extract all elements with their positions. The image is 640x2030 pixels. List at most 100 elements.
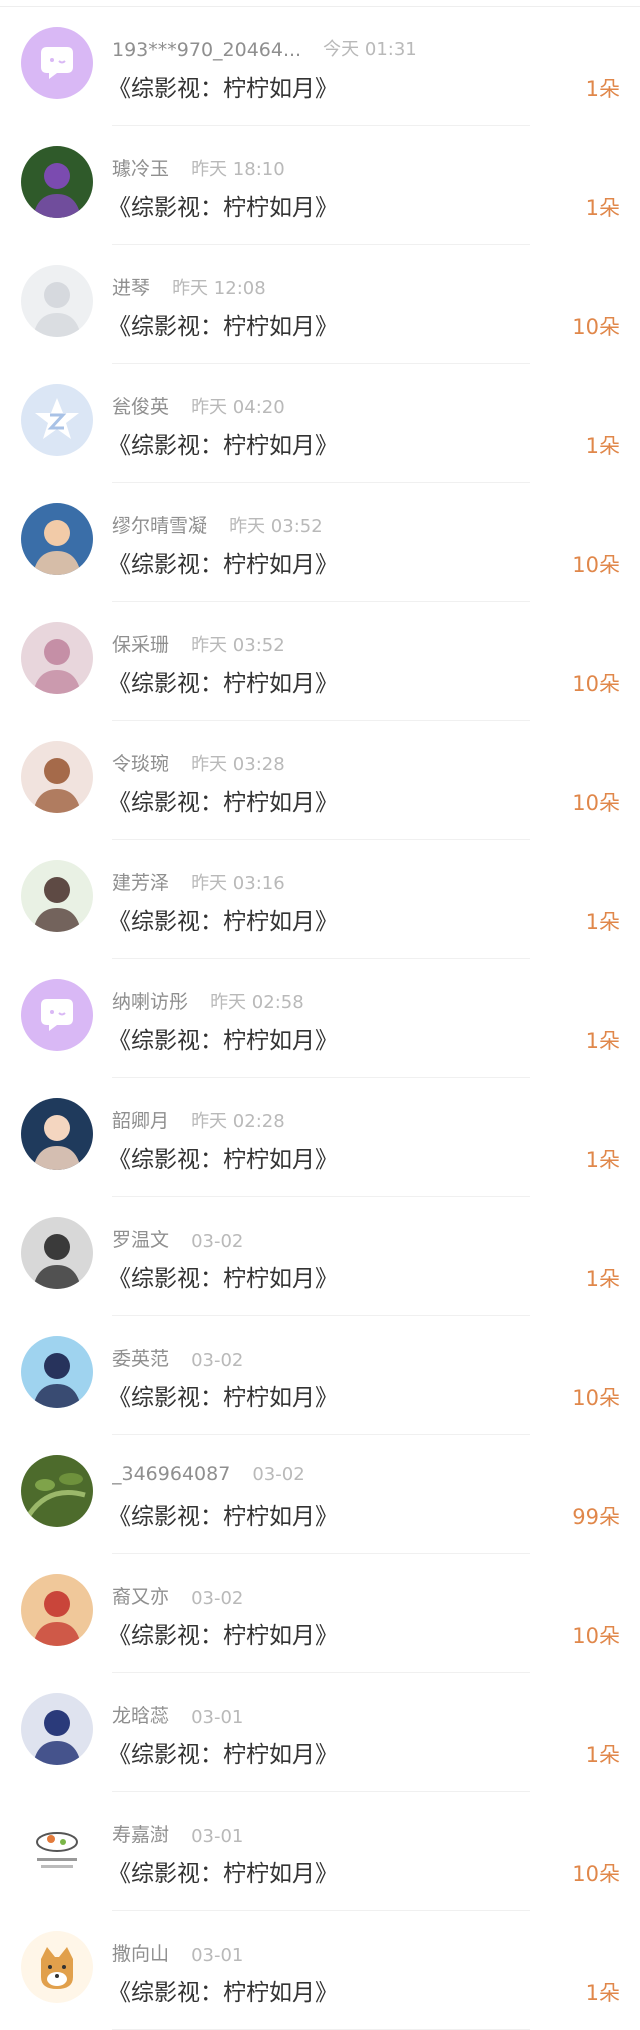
book-title[interactable]: 《综影视：柠柠如月》 [108, 664, 338, 698]
user-meta: 撒向山 03-01 [112, 1939, 243, 1966]
user-name[interactable]: 纳喇访彤 [112, 987, 188, 1014]
list-item[interactable]: 龙晗蕊 03-01 《综影视：柠柠如月》 1朵 [0, 1673, 640, 1792]
flower-count: 10朵 [572, 672, 620, 696]
plant-photo-avatar[interactable] [21, 1455, 93, 1527]
list-item[interactable]: 寿嘉澍 03-01 《综影视：柠柠如月》 10朵 [0, 1792, 640, 1911]
book-title[interactable]: 《综影视：柠柠如月》 [108, 1378, 338, 1412]
flower-count: 1朵 [585, 77, 620, 101]
list-item[interactable]: 建芳泽 昨天 03:16 《综影视：柠柠如月》 1朵 [0, 840, 640, 959]
user-meta: _346964087 03-02 [112, 1463, 305, 1485]
list-item[interactable]: 韶卿月 昨天 02:28 《综影视：柠柠如月》 1朵 [0, 1078, 640, 1197]
book-title[interactable]: 《综影视：柠柠如月》 [108, 307, 338, 341]
flower-count: 10朵 [572, 1862, 620, 1886]
chat-bubble-avatar[interactable] [21, 979, 93, 1051]
list-item[interactable]: 裔又亦 03-02 《综影视：柠柠如月》 10朵 [0, 1554, 640, 1673]
family-photo-avatar[interactable] [21, 1574, 93, 1646]
timestamp: 昨天 18:10 [191, 159, 285, 180]
list-item[interactable]: 罗温文 03-02 《综影视：柠柠如月》 1朵 [0, 1197, 640, 1316]
book-title[interactable]: 《综影视：柠柠如月》 [108, 1735, 338, 1769]
user-meta: 瓮俊英 昨天 04:20 [112, 392, 285, 419]
user-name[interactable]: 瓮俊英 [112, 392, 169, 419]
user-name[interactable]: 罗温文 [112, 1225, 169, 1252]
book-title[interactable]: 《综影视：柠柠如月》 [108, 188, 338, 222]
list-item[interactable]: 193***970_20464... 今天 01:31 《综影视：柠柠如月》 1… [0, 7, 640, 126]
cartoon-avatar[interactable] [21, 1336, 93, 1408]
list-item[interactable]: 缪尔晴雪凝 昨天 03:52 《综影视：柠柠如月》 10朵 [0, 483, 640, 602]
list-item[interactable]: 璩冷玉 昨天 18:10 《综影视：柠柠如月》 1朵 [0, 126, 640, 245]
flower-count: 10朵 [572, 791, 620, 815]
user-meta: 罗温文 03-02 [112, 1225, 243, 1252]
user-meta: 建芳泽 昨天 03:16 [112, 868, 285, 895]
balloons-avatar[interactable] [21, 622, 93, 694]
timestamp: 03-01 [191, 1707, 244, 1728]
timestamp: 03-02 [191, 1588, 244, 1609]
anime-boy-avatar[interactable] [21, 1693, 93, 1765]
girl-bow-avatar[interactable] [21, 1098, 93, 1170]
timestamp: 昨天 12:08 [172, 278, 266, 299]
chat-bubble-avatar[interactable] [21, 27, 93, 99]
timestamp: 昨天 04:20 [191, 397, 285, 418]
timestamp: 昨天 03:52 [191, 635, 285, 656]
user-name[interactable]: 龙晗蕊 [112, 1701, 169, 1728]
user-name[interactable]: 进琴 [112, 273, 150, 300]
user-name[interactable]: 保采珊 [112, 630, 169, 657]
book-title[interactable]: 《综影视：柠柠如月》 [108, 1854, 338, 1888]
book-title[interactable]: 《综影视：柠柠如月》 [108, 1616, 338, 1650]
book-title[interactable]: 《综影视：柠柠如月》 [108, 69, 338, 103]
list-item[interactable]: 瓮俊英 昨天 04:20 《综影视：柠柠如月》 1朵 [0, 364, 640, 483]
list-item[interactable]: 委英范 03-02 《综影视：柠柠如月》 10朵 [0, 1316, 640, 1435]
list-item[interactable]: 进琴 昨天 12:08 《综影视：柠柠如月》 10朵 [0, 245, 640, 364]
timestamp: 昨天 03:16 [191, 873, 285, 894]
book-title[interactable]: 《综影视：柠柠如月》 [108, 1497, 338, 1531]
user-name[interactable]: 撒向山 [112, 1939, 169, 1966]
user-meta: 寿嘉澍 03-01 [112, 1820, 243, 1847]
user-name[interactable]: 寿嘉澍 [112, 1820, 169, 1847]
user-name[interactable]: 裔又亦 [112, 1582, 169, 1609]
book-title[interactable]: 《综影视：柠柠如月》 [108, 426, 338, 460]
list-item[interactable]: _346964087 03-02 《综影视：柠柠如月》 99朵 [0, 1435, 640, 1554]
user-name[interactable]: _346964087 [112, 1463, 230, 1485]
user-meta: 璩冷玉 昨天 18:10 [112, 154, 285, 181]
user-meta: 纳喇访彤 昨天 02:58 [112, 987, 304, 1014]
girl-photo-avatar[interactable] [21, 741, 93, 813]
flower-count: 1朵 [585, 434, 620, 458]
game-character-avatar[interactable] [21, 146, 93, 218]
shiba-dog-avatar[interactable] [21, 1931, 93, 2003]
timestamp: 03-02 [191, 1231, 244, 1252]
list-item[interactable]: 令琰琬 昨天 03:28 《综影视：柠柠如月》 10朵 [0, 721, 640, 840]
girl-garden-avatar[interactable] [21, 860, 93, 932]
book-title[interactable]: 《综影视：柠柠如月》 [108, 1973, 338, 2007]
user-meta: 韶卿月 昨天 02:28 [112, 1106, 285, 1133]
boy-photo-avatar[interactable] [21, 503, 93, 575]
user-name[interactable]: 缪尔晴雪凝 [112, 511, 207, 538]
anime-girl-avatar[interactable] [21, 265, 93, 337]
flower-count: 1朵 [585, 1148, 620, 1172]
timestamp: 03-01 [191, 1826, 244, 1847]
z-star-avatar[interactable] [21, 384, 93, 456]
book-title[interactable]: 《综影视：柠柠如月》 [108, 783, 338, 817]
user-meta: 193***970_20464... 今天 01:31 [112, 35, 417, 61]
timestamp: 03-02 [191, 1350, 244, 1371]
sketch-food-avatar[interactable] [21, 1812, 93, 1884]
user-meta: 令琰琬 昨天 03:28 [112, 749, 285, 776]
user-name[interactable]: 令琰琬 [112, 749, 169, 776]
user-name[interactable]: 璩冷玉 [112, 154, 169, 181]
user-meta: 裔又亦 03-02 [112, 1582, 243, 1609]
user-name[interactable]: 193***970_20464... [112, 39, 301, 61]
book-title[interactable]: 《综影视：柠柠如月》 [108, 1021, 338, 1055]
book-title[interactable]: 《综影视：柠柠如月》 [108, 1140, 338, 1174]
book-title[interactable]: 《综影视：柠柠如月》 [108, 902, 338, 936]
list-item[interactable]: 保采珊 昨天 03:52 《综影视：柠柠如月》 10朵 [0, 602, 640, 721]
list-item[interactable]: 纳喇访彤 昨天 02:58 《综影视：柠柠如月》 1朵 [0, 959, 640, 1078]
dark-figure-avatar[interactable] [21, 1217, 93, 1289]
user-name[interactable]: 委英范 [112, 1344, 169, 1371]
book-title[interactable]: 《综影视：柠柠如月》 [108, 545, 338, 579]
gift-list: 193***970_20464... 今天 01:31 《综影视：柠柠如月》 1… [0, 7, 640, 2030]
user-name[interactable]: 韶卿月 [112, 1106, 169, 1133]
user-meta: 缪尔晴雪凝 昨天 03:52 [112, 511, 323, 538]
user-meta: 委英范 03-02 [112, 1344, 243, 1371]
book-title[interactable]: 《综影视：柠柠如月》 [108, 1259, 338, 1293]
list-item[interactable]: 撒向山 03-01 《综影视：柠柠如月》 1朵 [0, 1911, 640, 2030]
user-name[interactable]: 建芳泽 [112, 868, 169, 895]
flower-count: 10朵 [572, 1386, 620, 1410]
